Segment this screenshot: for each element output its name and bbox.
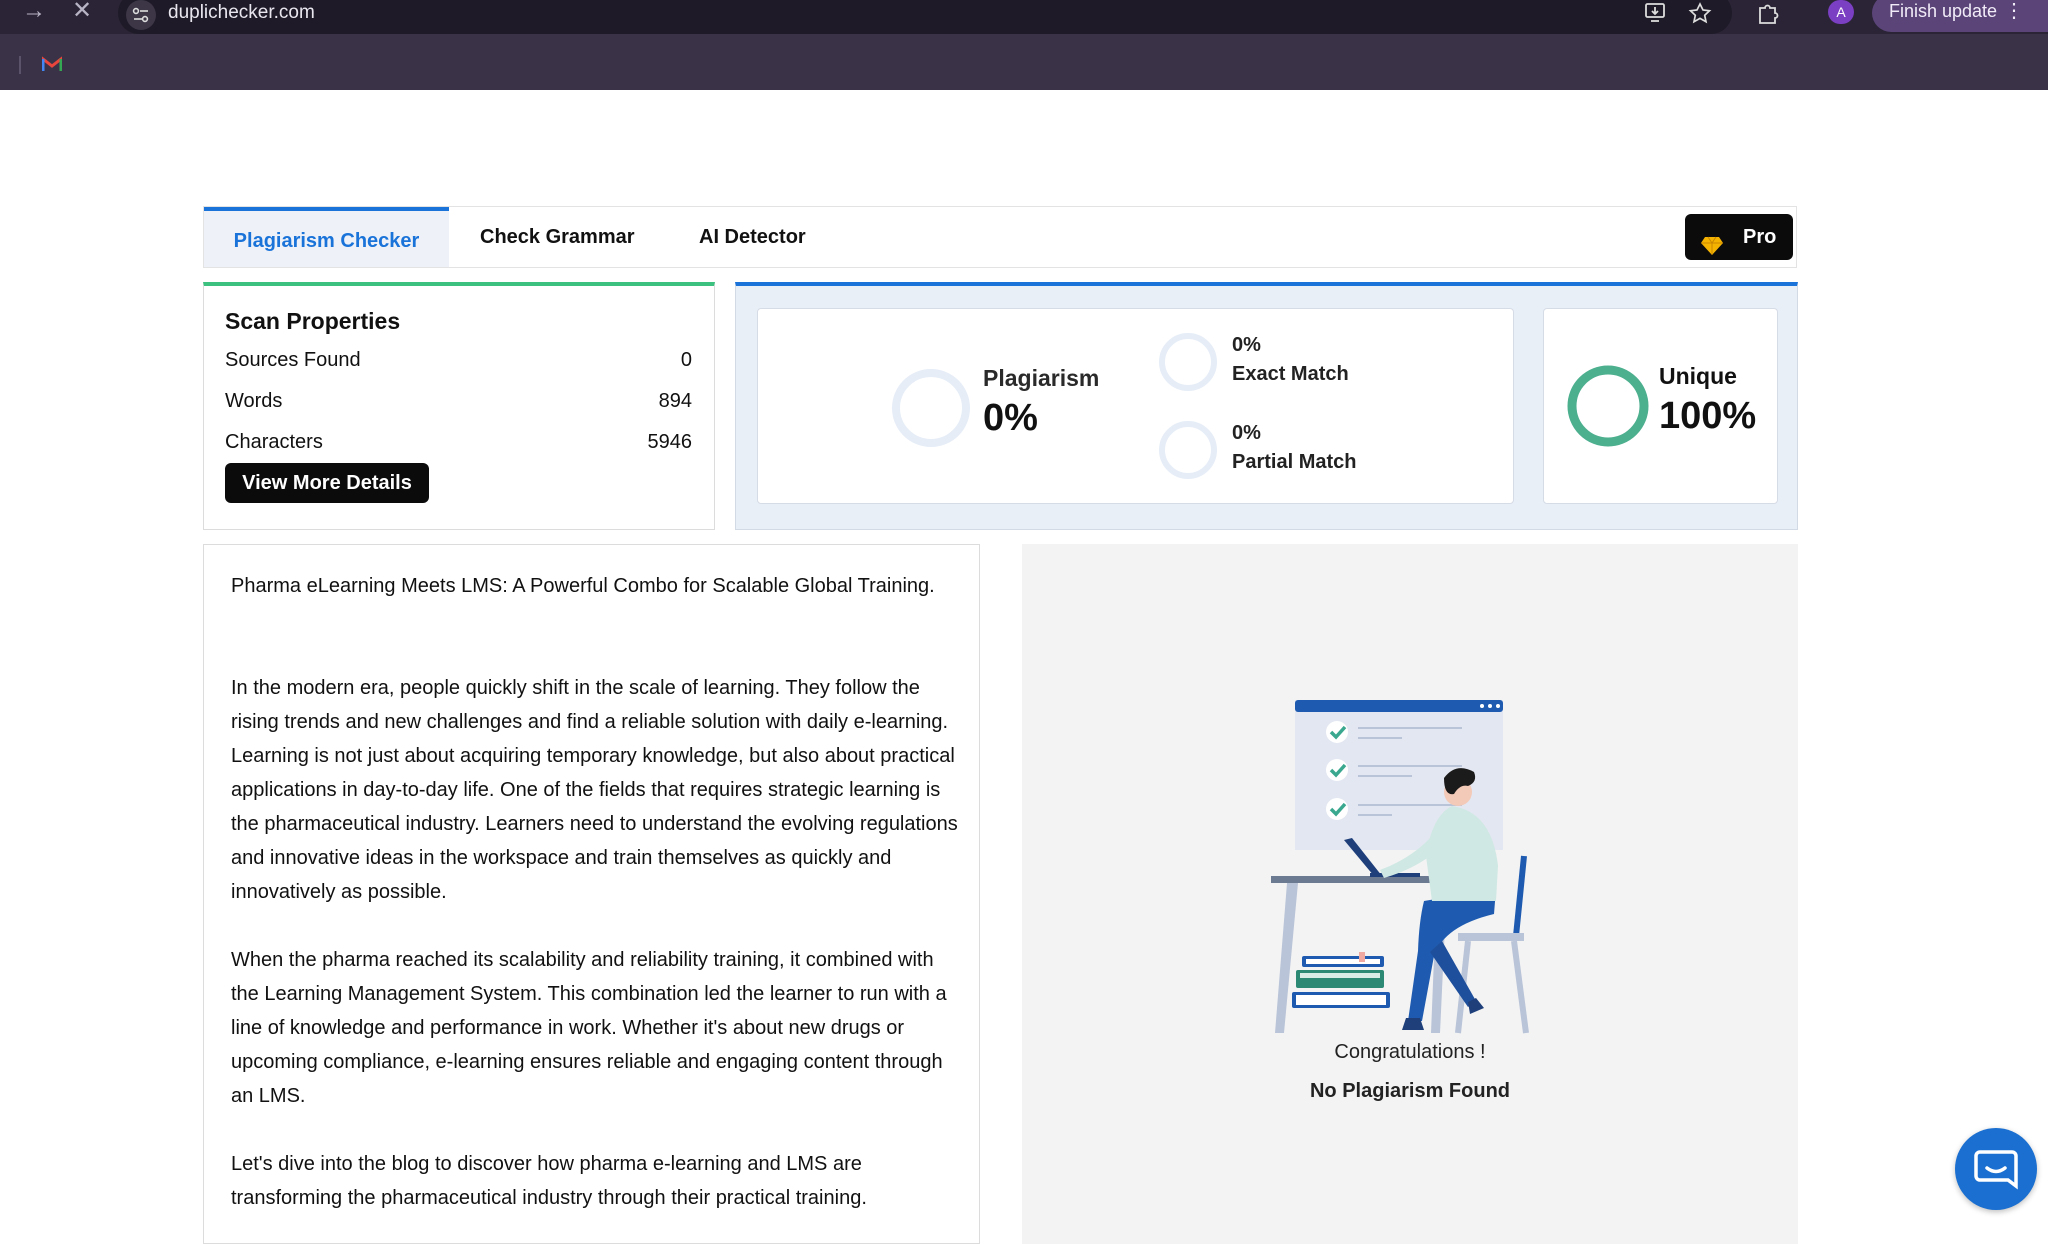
document-paragraph: Let's dive into the blog to discover how…	[231, 1153, 867, 1209]
scan-row-value: 0	[680, 349, 692, 371]
extensions-icon[interactable]	[1756, 2, 1780, 26]
exact-match-value: 0%	[1232, 334, 1261, 356]
document-paragraph: Pharma eLearning Meets LMS: A Powerful C…	[231, 575, 935, 597]
unique-label: Unique	[1659, 363, 1737, 389]
scan-properties-card: Scan Properties Sources Found 0 Words 89…	[203, 282, 715, 530]
stop-loading-icon[interactable]: ✕	[72, 0, 92, 24]
scan-row-sources: Sources Found 0	[225, 349, 692, 372]
chat-support-button[interactable]	[1955, 1128, 2037, 1210]
partial-match-ring	[1159, 421, 1217, 479]
exact-match-label: Exact Match	[1232, 363, 1349, 385]
site-settings-icon[interactable]	[126, 0, 156, 30]
gmail-bookmark-icon[interactable]	[41, 55, 63, 72]
no-plagiarism-message: No Plagiarism Found	[1309, 1080, 1511, 1102]
tab-ai-detector[interactable]: AI Detector	[699, 207, 806, 267]
profile-avatar[interactable]: A	[1828, 0, 1854, 24]
results-panel: Plagiarism 0% 0% Exact Match 0% Partial …	[735, 282, 1798, 530]
congrats-text: Congratulations !	[1334, 1041, 1486, 1063]
scan-row-value: 5946	[647, 431, 693, 453]
plagiarism-label: Plagiarism	[983, 365, 1100, 391]
scan-row-label: Characters	[225, 431, 323, 453]
document-text-panel[interactable]: Pharma eLearning Meets LMS: A Powerful C…	[203, 544, 980, 1244]
tab-plagiarism-checker[interactable]: Plagiarism Checker	[204, 207, 449, 267]
plagiarism-value: 0%	[983, 397, 1038, 439]
unique-ring	[1567, 365, 1649, 447]
result-illustration-panel: Congratulations ! No Plagiarism Found	[1022, 544, 1798, 1244]
scan-properties-title: Scan Properties	[225, 308, 401, 334]
document-paragraph: When the pharma reached its scalability …	[231, 949, 947, 1107]
unique-box: Unique 100%	[1543, 308, 1778, 504]
plagiarism-breakdown-box: Plagiarism 0% 0% Exact Match 0% Partial …	[757, 308, 1514, 504]
chat-bubble-icon	[1974, 1150, 2018, 1190]
scan-row-label: Words	[225, 390, 283, 412]
more-menu-icon[interactable]: ⋮	[2004, 0, 2024, 28]
partial-match-value: 0%	[1232, 422, 1261, 444]
install-app-icon[interactable]	[1644, 2, 1668, 26]
scan-row-words: Words 894	[225, 390, 692, 413]
person-at-desk-illustration	[1271, 700, 1529, 1034]
forward-icon[interactable]: →	[22, 0, 46, 24]
browser-chrome: → ✕ duplichecker.com A Finish update ⋮	[0, 0, 2048, 90]
document-paragraph: In the modern era, people quickly shift …	[231, 677, 958, 903]
finish-update-label: Finish update	[1889, 1, 1998, 21]
exact-match-ring	[1159, 333, 1217, 391]
partial-match-label: Partial Match	[1232, 451, 1357, 473]
view-more-details-button[interactable]: View More Details	[225, 463, 429, 503]
tool-tabs: Plagiarism Checker Check Grammar AI Dete…	[203, 206, 1797, 268]
scan-row-label: Sources Found	[225, 349, 361, 371]
address-bar[interactable]: duplichecker.com	[118, 0, 1732, 34]
scan-row-characters: Characters 5946	[225, 431, 692, 454]
bookmark-star-icon[interactable]	[1688, 2, 1712, 26]
url-text[interactable]: duplichecker.com	[168, 0, 315, 26]
plagiarism-ring	[892, 369, 970, 447]
scan-row-value: 894	[658, 390, 692, 412]
unique-value: 100%	[1659, 395, 1757, 437]
pro-label: Pro	[1743, 226, 1777, 248]
pro-button[interactable]: Pro	[1685, 214, 1793, 260]
bookmark-divider	[19, 56, 21, 74]
gem-icon	[1701, 227, 1723, 255]
tab-check-grammar[interactable]: Check Grammar	[480, 207, 635, 267]
finish-update-button[interactable]: Finish update ⋮	[1872, 0, 2048, 32]
